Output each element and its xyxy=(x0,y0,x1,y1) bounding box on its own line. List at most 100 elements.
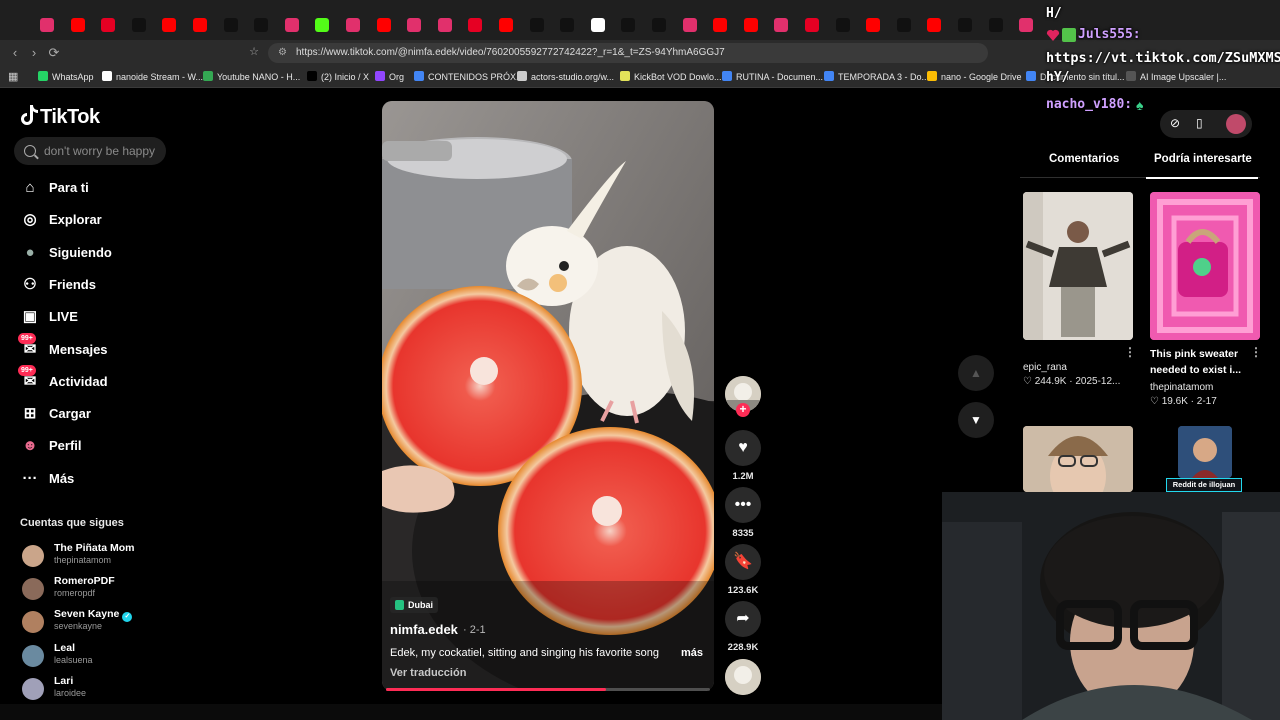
browser-tab-favicon-icon[interactable] xyxy=(315,18,330,32)
following-account[interactable]: RomeroPDF romeropdf xyxy=(20,575,190,603)
browser-tab-favicon-icon[interactable] xyxy=(835,18,850,32)
browser-tab-favicon-icon[interactable] xyxy=(774,18,789,32)
card-menu-icon[interactable]: ⋮ xyxy=(1124,345,1136,359)
browser-tab-favicon-icon[interactable] xyxy=(40,18,54,32)
bookmark-item[interactable]: WhatsApp xyxy=(38,70,94,84)
browser-tab-favicon-icon[interactable] xyxy=(713,18,728,32)
recommended-thumbnail[interactable] xyxy=(1150,192,1260,340)
bookmark-item[interactable]: KickBot VOD Dowlo... xyxy=(620,70,722,84)
browser-tab-favicon-icon[interactable] xyxy=(468,18,483,32)
browser-tab-favicon-icon[interactable] xyxy=(1019,18,1034,32)
translate-button[interactable]: Ver traducción xyxy=(390,667,466,679)
sidebar-item-cargar[interactable]: ⊞ Cargar xyxy=(20,403,170,425)
browser-tab-favicon-icon[interactable] xyxy=(958,18,972,32)
card-author[interactable]: thepinatamom xyxy=(1150,382,1213,393)
reload-icon[interactable]: ⟳ xyxy=(47,45,61,61)
bookmark-label: nano - Google Drive xyxy=(941,72,1022,82)
video-author[interactable]: nimfa.edek xyxy=(390,622,458,637)
sidebar-item-friends[interactable]: ⚇ Friends xyxy=(20,274,170,296)
link-icon[interactable]: ⊘ xyxy=(1170,116,1180,130)
bookmark-item[interactable]: RUTINA - Documen... xyxy=(722,70,823,84)
comment-button[interactable]: ••• xyxy=(725,487,761,523)
site-info-icon[interactable]: ⚙ xyxy=(278,43,287,63)
browser-tab-favicon-icon[interactable] xyxy=(407,18,422,32)
browser-tab-favicon-icon[interactable] xyxy=(927,18,942,32)
sidebar-item-para-ti[interactable]: ⌂ Para ti xyxy=(20,177,170,199)
previous-video-button[interactable]: ▲ xyxy=(958,355,994,391)
recommended-thumbnail[interactable] xyxy=(1178,426,1232,478)
bookmark-item[interactable]: AI Image Upscaler |... xyxy=(1126,70,1226,84)
bookmark-item[interactable]: nanoide Stream - W... xyxy=(102,70,203,84)
card-title[interactable]: This pink sweater needed to exist i... xyxy=(1150,346,1248,378)
browser-tab-favicon-icon[interactable] xyxy=(743,18,758,32)
browser-tab-favicon-icon[interactable] xyxy=(101,18,116,32)
follow-plus-button[interactable]: + xyxy=(736,403,750,417)
bookmark-item[interactable]: CONTENIDOS PRÓX... xyxy=(414,70,524,84)
browser-tab-favicon-icon[interactable] xyxy=(223,18,238,32)
sidebar-item-live[interactable]: ▣ LIVE xyxy=(20,306,170,328)
back-icon[interactable]: ‹ xyxy=(8,45,22,60)
caption-more-button[interactable]: más xyxy=(681,647,703,659)
address-bar[interactable]: ⚙ https://www.tiktok.com/@nimfa.edek/vid… xyxy=(268,43,988,63)
sidebar-item-perfil[interactable]: ☻ Perfil xyxy=(20,435,170,457)
bookmark-item[interactable]: TEMPORADA 3 - Do... xyxy=(824,70,929,84)
browser-tab-favicon-icon[interactable] xyxy=(499,18,513,32)
browser-tab-favicon-icon[interactable] xyxy=(896,18,911,32)
browser-tab-favicon-icon[interactable] xyxy=(682,18,697,32)
sidebar-item-mensajes[interactable]: ✉ 99+ Mensajes xyxy=(18,333,170,361)
recommended-thumbnail[interactable] xyxy=(1023,192,1133,340)
apps-grid-icon[interactable]: ▦ xyxy=(8,70,18,83)
browser-tab-favicon-icon[interactable] xyxy=(988,18,1003,32)
search-input[interactable]: don't worry be happy xyxy=(14,137,166,165)
share-button[interactable]: ➦ xyxy=(725,601,761,637)
following-account[interactable]: Lari laroidee xyxy=(20,675,190,703)
profile-avatar-icon[interactable] xyxy=(1226,114,1246,134)
browser-tab-favicon-icon[interactable] xyxy=(529,18,544,32)
tiktok-logo[interactable]: TikTok xyxy=(20,104,100,129)
following-account[interactable]: Seven Kayne ✓ sevenkayne xyxy=(20,608,190,636)
browser-tab-favicon-icon[interactable] xyxy=(193,18,207,32)
sidebar-item-m-s[interactable]: ··· Más xyxy=(20,468,170,490)
bookmark-item[interactable]: Youtube NANO - H... xyxy=(203,70,300,84)
following-account[interactable]: The Piñata Mom thepinatamom xyxy=(20,542,190,570)
forward-icon[interactable]: › xyxy=(27,45,41,60)
browser-tab-favicon-icon[interactable] xyxy=(284,18,299,32)
browser-tab-favicon-icon[interactable] xyxy=(131,18,146,32)
save-button[interactable]: 🔖 xyxy=(725,544,761,580)
browser-tab-favicon-icon[interactable] xyxy=(162,18,177,32)
bookmark-item[interactable]: Documento sin títul... xyxy=(1026,70,1125,84)
thumbnail-image xyxy=(1023,192,1133,340)
account-name-text: The Piñata Mom xyxy=(54,542,135,554)
browser-tab-favicon-icon[interactable] xyxy=(805,18,819,32)
browser-tab-favicon-icon[interactable] xyxy=(590,18,605,32)
like-button[interactable]: ♥ xyxy=(725,430,761,466)
sound-disc[interactable] xyxy=(725,659,761,695)
video-progress-bar[interactable] xyxy=(386,688,710,691)
bookmark-item[interactable]: (2) Inicio / X xyxy=(307,70,369,84)
recommended-thumbnail[interactable] xyxy=(1023,426,1133,492)
browser-tab-favicon-icon[interactable] xyxy=(560,18,575,32)
next-video-button[interactable]: ▼ xyxy=(958,402,994,438)
bookmark-star-icon[interactable]: ☆ xyxy=(247,45,261,58)
tab-recommended[interactable]: Podría interesarte xyxy=(1154,153,1252,165)
browser-tab-favicon-icon[interactable] xyxy=(652,18,666,32)
browser-tab-favicon-icon[interactable] xyxy=(376,18,391,32)
browser-tab-favicon-icon[interactable] xyxy=(866,18,881,32)
sidebar-item-actividad[interactable]: ✉ 99+ Actividad xyxy=(18,365,170,393)
location-tag[interactable]: Dubai xyxy=(390,597,439,613)
browser-tab-favicon-icon[interactable] xyxy=(70,18,85,32)
card-author[interactable]: epic_rana xyxy=(1023,362,1067,373)
device-icon[interactable]: ▯ xyxy=(1196,116,1203,130)
browser-tab-favicon-icon[interactable] xyxy=(346,18,360,32)
bookmark-item[interactable]: nano - Google Drive xyxy=(927,70,1022,84)
following-account[interactable]: Leal lealsuena xyxy=(20,642,190,670)
browser-tab-favicon-icon[interactable] xyxy=(621,18,636,32)
bookmark-item[interactable]: actors-studio.org/w... xyxy=(517,70,614,84)
card-menu-icon[interactable]: ⋮ xyxy=(1250,345,1262,359)
tab-comments[interactable]: Comentarios xyxy=(1049,153,1119,165)
browser-tab-favicon-icon[interactable] xyxy=(254,18,269,32)
sidebar-item-siguiendo[interactable]: ● Siguiendo xyxy=(20,242,170,264)
sidebar-item-explorar[interactable]: ◎ Explorar xyxy=(20,209,170,231)
bookmark-item[interactable]: Org xyxy=(375,70,404,84)
browser-tab-favicon-icon[interactable] xyxy=(437,18,452,32)
